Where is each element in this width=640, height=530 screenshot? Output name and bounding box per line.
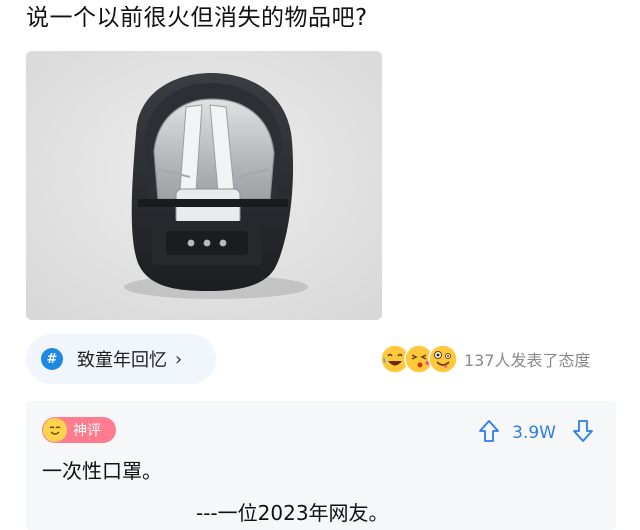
featured-comment-badge: 神评 [42,417,116,443]
reaction-summary: 137人发表了态度 [464,351,591,370]
vote-controls: 3.9W [478,419,594,447]
badge-label: 神评 [73,423,101,439]
crazy-face-icon [428,344,458,374]
reactions-bar[interactable]: 137人发表了态度 [380,342,591,376]
vote-count: 3.9W [512,423,556,443]
comment-signature: ---一位2023年网友。 [196,501,389,525]
upvote-arrow-icon[interactable] [478,419,500,447]
comment-text: 一次性口罩。 [42,459,162,483]
smiling-face-icon [43,418,67,442]
top-comment-card: 神评 3.9W 一次性口罩。 ---一位2023年网友。 [26,401,616,530]
hash-icon: # [41,348,63,370]
topic-tag-label: 致童年回忆 [77,350,167,371]
question-title: 说一个以前很火但消失的物品吧? [26,5,368,31]
post-image[interactable] [26,51,382,320]
topic-tag-致童年回忆[interactable]: # 致童年回忆 › [26,334,216,384]
chevron-right-icon: › [175,348,183,370]
battery-charger-image [26,51,382,320]
downvote-arrow-icon[interactable] [572,419,594,447]
